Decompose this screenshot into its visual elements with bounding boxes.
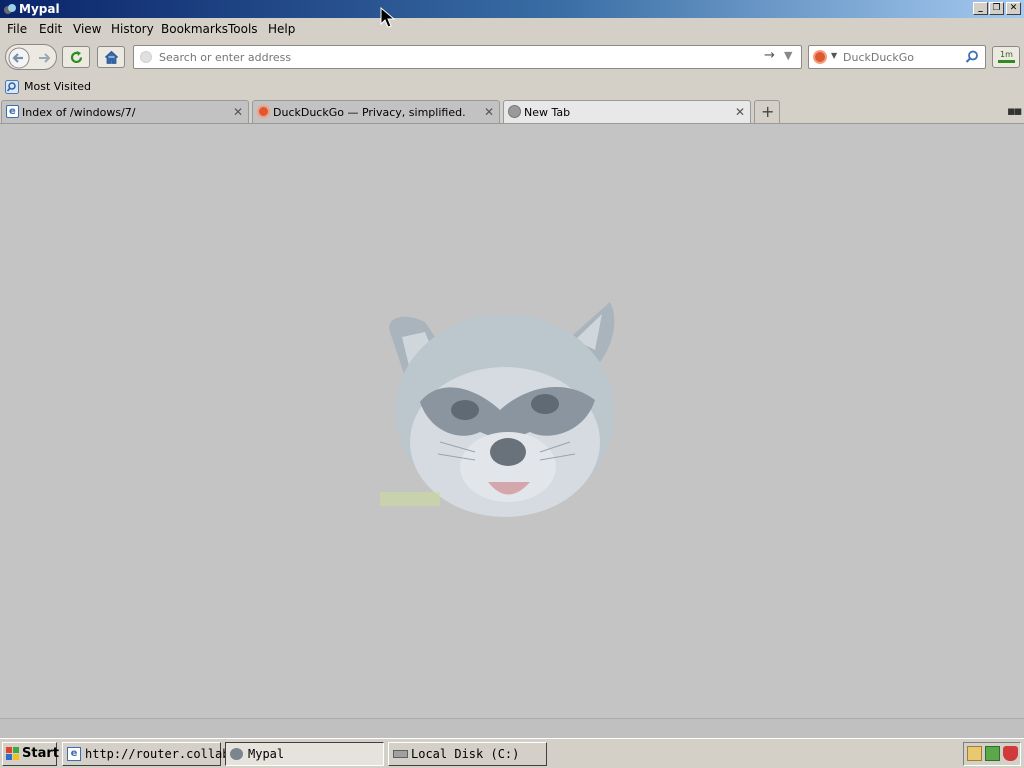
task-label: Local Disk (C:)	[411, 747, 520, 761]
mypal-app-icon	[4, 4, 16, 14]
security-shield-icon[interactable]	[1003, 746, 1018, 761]
windows-flag-icon	[6, 747, 19, 760]
tab-strip: e Index of /windows/7/ ✕ DuckDuckGo — Pr…	[0, 98, 1024, 124]
ie-page-icon: e	[6, 105, 19, 118]
tab-title: DuckDuckGo — Privacy, simplified.	[273, 106, 466, 119]
go-arrow-icon[interactable]: →	[764, 48, 775, 63]
downloads-badge: 1m	[998, 50, 1015, 63]
url-dropdown-icon[interactable]: ▼	[784, 49, 792, 62]
back-arrow-icon[interactable]	[8, 47, 30, 69]
page-content	[0, 124, 1024, 718]
plus-icon: +	[761, 102, 775, 121]
menu-view[interactable]: View	[73, 22, 101, 36]
page-identity-icon[interactable]	[140, 51, 152, 63]
ie-icon: e	[67, 747, 81, 761]
task-router-page[interactable]: e http://router.collab...	[62, 742, 251, 766]
window-title: Mypal	[19, 2, 60, 16]
mypal-raccoon-icon	[230, 748, 243, 760]
start-label: Start	[22, 746, 59, 761]
menu-tools[interactable]: Tools	[228, 22, 258, 36]
keys-tray-icon[interactable]	[967, 746, 982, 761]
tab-title: New Tab	[524, 106, 571, 119]
tab-new-tab[interactable]: New Tab ✕	[503, 100, 751, 123]
minimize-button[interactable]: _	[973, 2, 988, 15]
start-button[interactable]: Start	[2, 742, 59, 766]
duckduckgo-favicon	[257, 105, 270, 118]
reload-button[interactable]	[62, 46, 90, 68]
mouse-cursor-icon	[380, 7, 396, 28]
close-window-button[interactable]: ✕	[1006, 2, 1021, 15]
url-bar[interactable]: → ▼	[133, 45, 802, 69]
most-visited-folder[interactable]: Most Visited	[4, 79, 94, 95]
raccoon-mascot-image	[380, 302, 615, 517]
menu-help[interactable]: Help	[268, 22, 295, 36]
tab-grid-icon[interactable]: ▪▪	[1007, 104, 1023, 119]
menu-bookmarks[interactable]: Bookmarks	[161, 22, 228, 36]
navigation-toolbar: → ▼ ▼ 1m	[0, 40, 1024, 76]
title-bar: Mypal _ ❐ ✕	[0, 0, 1024, 18]
restore-button[interactable]: ❐	[989, 2, 1004, 15]
tab-index-windows[interactable]: e Index of /windows/7/ ✕	[1, 100, 249, 123]
menu-bar: File Edit View History Bookmarks Tools H…	[0, 18, 1024, 40]
tab-close-icon[interactable]: ✕	[484, 105, 494, 119]
tab-close-icon[interactable]: ✕	[233, 105, 243, 119]
taskbar: Start e http://router.collab... Mypal Lo…	[0, 738, 1024, 768]
back-forward-group	[5, 44, 57, 70]
network-tray-icon[interactable]	[985, 746, 1000, 761]
task-local-disk[interactable]: Local Disk (C:)	[388, 742, 547, 766]
downloads-button[interactable]: 1m	[992, 46, 1020, 68]
url-input[interactable]	[159, 49, 749, 65]
forward-arrow-icon[interactable]	[36, 50, 52, 66]
task-mypal[interactable]: Mypal	[225, 742, 384, 766]
tab-duckduckgo[interactable]: DuckDuckGo — Privacy, simplified. ✕	[252, 100, 500, 123]
tab-title: Index of /windows/7/	[22, 106, 136, 119]
search-input[interactable]	[843, 49, 958, 65]
home-button[interactable]	[97, 46, 125, 68]
tab-close-icon[interactable]: ✕	[735, 105, 745, 119]
system-tray	[963, 742, 1021, 766]
reload-icon	[70, 51, 83, 64]
globe-icon	[508, 105, 521, 118]
menu-edit[interactable]: Edit	[39, 22, 62, 36]
most-visited-icon	[5, 80, 19, 94]
most-visited-label: Most Visited	[24, 80, 91, 93]
task-label: Mypal	[248, 747, 285, 761]
search-icon[interactable]	[965, 50, 979, 64]
status-bar	[0, 718, 1024, 738]
home-icon	[104, 50, 119, 64]
duckduckgo-engine-icon[interactable]	[813, 50, 827, 64]
new-tab-button[interactable]: +	[754, 100, 780, 123]
menu-history[interactable]: History	[111, 22, 154, 36]
search-bar[interactable]: ▼	[808, 45, 986, 69]
bookmarks-toolbar: Most Visited	[0, 76, 1024, 98]
drive-icon	[393, 750, 408, 758]
menu-file[interactable]: File	[7, 22, 27, 36]
engine-dropdown-icon[interactable]: ▼	[831, 51, 837, 60]
